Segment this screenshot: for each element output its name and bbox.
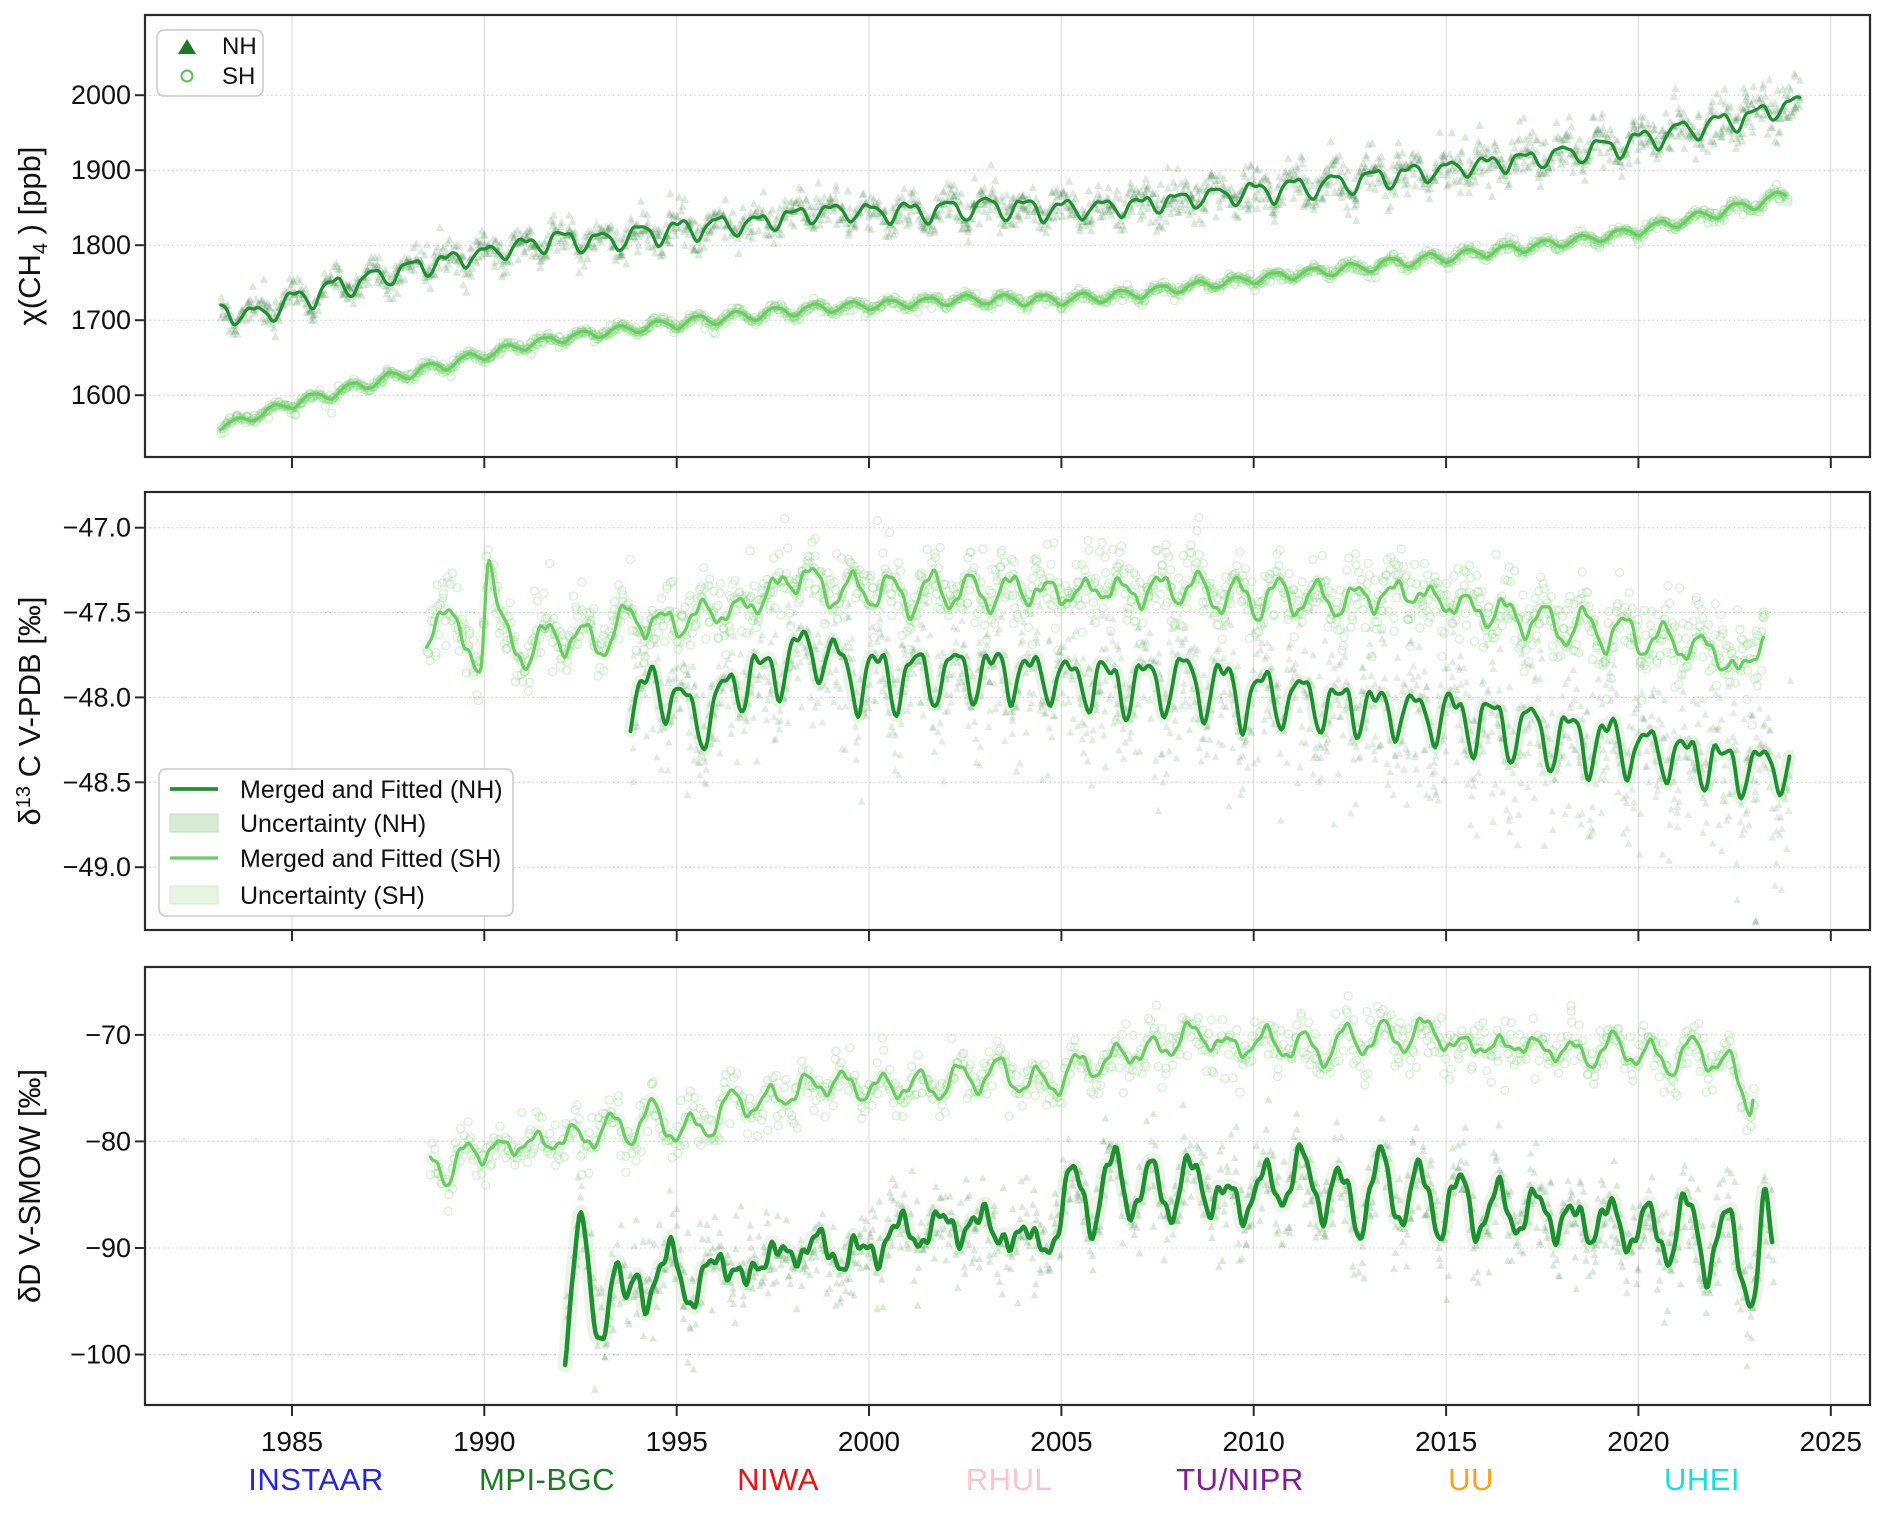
- ytick-label: −70: [85, 1020, 131, 1050]
- ytick-label: 1900: [71, 155, 131, 185]
- legend-item-label: Uncertainty (NH): [240, 810, 426, 838]
- ytick-label: 1800: [71, 230, 131, 260]
- institution-label-uhei: UHEI: [1664, 1462, 1740, 1498]
- legend-hemisphere: NH SH: [157, 30, 263, 96]
- ytick-label: −90: [85, 1233, 131, 1263]
- ytick-label: −47.0: [63, 513, 131, 543]
- figure-svg: 2000 1900 1800 1700 1600 χ(CH4 ) [ppb] −47.0 −4…: [0, 0, 1892, 1521]
- legend-item-label: Merged and Fitted (SH): [240, 845, 501, 873]
- xtick-label: 1995: [646, 1426, 708, 1457]
- methane-isotope-figure: 2000 1900 1800 1700 1600 χ(CH4 ) [ppb] −47.0 −4…: [0, 0, 1892, 1521]
- institution-label-tu-nipr: TU/NIPR: [1176, 1462, 1304, 1498]
- ytick-label: −48.0: [63, 682, 131, 712]
- xtick-label: 2020: [1607, 1426, 1669, 1457]
- xtick-label: 2005: [1030, 1426, 1092, 1457]
- legend-item-label: Uncertainty (SH): [240, 882, 425, 910]
- ytick-label: −100: [70, 1340, 131, 1370]
- xtick-label: 2015: [1415, 1426, 1477, 1457]
- institution-label-uu: UU: [1448, 1462, 1494, 1498]
- legend-sh-label: SH: [222, 63, 255, 90]
- legend-merged-fitted: Merged and Fitted (NH) Uncertainty (NH) Me…: [159, 769, 513, 916]
- legend-band-sh-icon: [170, 886, 218, 904]
- legend-nh-label: NH: [222, 33, 257, 60]
- ytick-label: 2000: [71, 80, 131, 110]
- institution-label-rhul: RHUL: [966, 1462, 1052, 1498]
- institution-label-mpi-bgc: MPI-BGC: [479, 1462, 615, 1498]
- ytick-label: 1700: [71, 305, 131, 335]
- ytick-label: −48.5: [63, 767, 131, 797]
- institution-label-instaar: INSTAAR: [248, 1462, 384, 1498]
- xtick-label: 2025: [1800, 1426, 1862, 1457]
- ytick-label: −49.0: [63, 852, 131, 882]
- legend-item-label: Merged and Fitted (NH): [240, 776, 503, 804]
- xtick-label: 1985: [261, 1426, 323, 1457]
- xtick-labels: 1985 1990 1995 2000 2005 2010 2015 2020 2025: [261, 1426, 1862, 1457]
- legend-band-nh-icon: [170, 814, 218, 832]
- ytick-label: −80: [85, 1126, 131, 1156]
- institution-label-niwa: NIWA: [737, 1462, 819, 1498]
- ytick-label: 1600: [71, 380, 131, 410]
- axis-label-dd: δD V-SMOW [‰]: [12, 1069, 47, 1303]
- xtick-label: 2010: [1223, 1426, 1285, 1457]
- axis-label-ch4: χ(CH4 ) [ppb]: [12, 146, 52, 325]
- xtick-label: 1990: [453, 1426, 515, 1457]
- ytick-label: −47.5: [63, 598, 131, 628]
- xtick-label: 2000: [838, 1426, 900, 1457]
